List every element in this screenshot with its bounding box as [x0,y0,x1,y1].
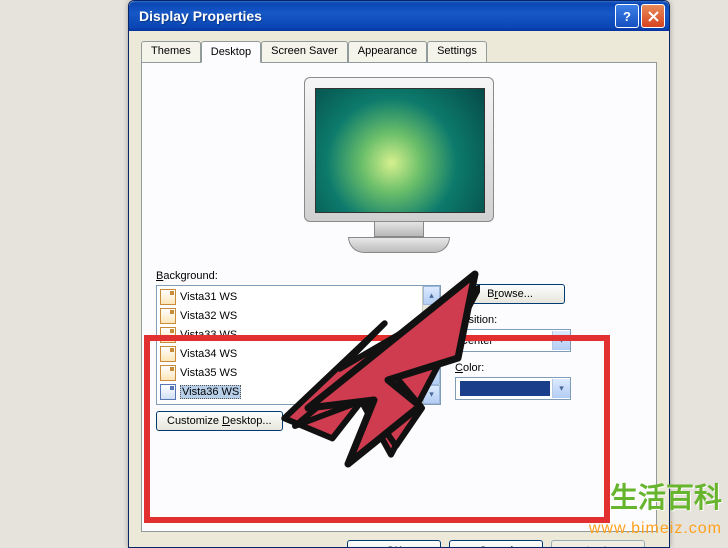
list-item-label: Vista35 WS [180,367,237,379]
list-item[interactable]: Vista32 WS [158,306,421,325]
position-select[interactable]: Center ▾ [455,329,571,352]
list-item-label: Vista31 WS [180,291,237,303]
scroll-track[interactable] [423,305,440,385]
html-file-icon [160,365,176,381]
scrollbar[interactable]: ▴ ▾ [422,286,440,404]
list-item[interactable]: Vista31 WS [158,287,421,306]
background-list[interactable]: Vista31 WS Vista32 WS Vista33 WS Vista34 WS… [156,285,441,405]
html-file-icon [160,327,176,343]
position-value: Center [460,335,493,347]
close-button[interactable] [641,4,665,28]
list-item-label: Vista33 WS [180,329,237,341]
chevron-down-icon: ▾ [552,379,570,398]
window-body: Themes Desktop Screen Saver Appearance S… [129,31,669,548]
cancel-button[interactable]: Cancel [449,540,543,548]
color-swatch [460,381,550,396]
tab-strip: Themes Desktop Screen Saver Appearance S… [141,41,657,62]
wallpaper-preview [315,88,485,213]
html-file-icon [160,289,176,305]
display-properties-window: Display Properties ? Themes Desktop Scre… [128,0,670,548]
close-icon [648,11,659,22]
position-label: Position: [455,314,642,326]
watermark-logo: 生活百科 [610,476,722,516]
tab-themes[interactable]: Themes [141,41,201,62]
html-file-icon [160,346,176,362]
scroll-down-button[interactable]: ▾ [423,385,440,404]
customize-desktop-button[interactable]: Customize Desktop... [156,411,283,431]
tab-appearance[interactable]: Appearance [348,41,427,62]
color-select[interactable]: ▾ [455,377,571,400]
list-item[interactable]: Vista36 WS [158,382,421,401]
chevron-down-icon: ▾ [552,331,570,350]
bitmap-file-icon [160,384,176,400]
help-button[interactable]: ? [615,4,639,28]
scroll-up-button[interactable]: ▴ [423,286,440,305]
list-item-label: Vista32 WS [180,310,237,322]
list-item-label: Vista34 WS [180,348,237,360]
list-item[interactable]: Vista33 WS [158,325,421,344]
tab-settings[interactable]: Settings [427,41,487,62]
tab-desktop[interactable]: Desktop [201,41,261,63]
ok-button[interactable]: OK [347,540,441,548]
color-label: Color: [455,362,642,374]
apply-button[interactable]: Apply [551,540,645,548]
list-item[interactable]: Vista35 WS [158,363,421,382]
browse-button[interactable]: Browse... [455,284,565,304]
window-title: Display Properties [139,8,613,24]
scroll-thumb[interactable] [423,361,440,385]
watermark-url: www.bimeiz.com [589,520,722,538]
monitor-preview [304,77,494,252]
tab-screen-saver[interactable]: Screen Saver [261,41,348,62]
list-item-label: Vista36 WS [180,385,241,399]
tab-panel-desktop: Background: Vista31 WS Vista32 WS Vista33 … [141,62,657,532]
titlebar[interactable]: Display Properties ? [129,1,669,31]
list-item[interactable]: Vista34 WS [158,344,421,363]
html-file-icon [160,308,176,324]
background-label: Background: [156,270,441,282]
